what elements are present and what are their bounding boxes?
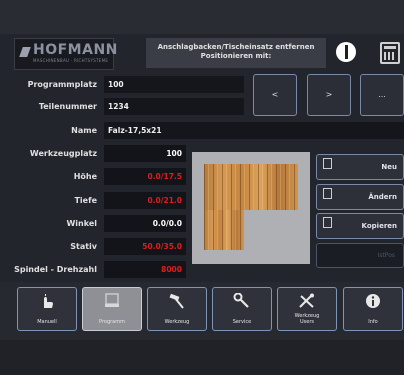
tab-manuell[interactable]: Manuell (17, 287, 77, 331)
position-button[interactable]: IstPos (316, 243, 404, 268)
program-icon (105, 293, 119, 307)
position-label: IstPos (377, 252, 395, 259)
tab-label: Werkzeug Users (294, 313, 320, 325)
status-message: Anschlagbacken/Tischeinsatz entfernen Po… (146, 38, 326, 68)
label-tiefe: Tiefe (74, 196, 97, 205)
tab-label: Info (368, 319, 378, 325)
label-werkzeugplatz: Werkzeugplatz (29, 149, 97, 158)
hand-icon (44, 294, 53, 308)
tab-info[interactable]: Info (343, 287, 403, 331)
werkzeugplatz-field[interactable]: 100 (104, 145, 186, 162)
name-field[interactable]: Falz-17,5x21 (104, 122, 404, 139)
top-band (0, 0, 404, 34)
tab-werkzeug-users[interactable]: Werkzeug Users (277, 287, 337, 331)
edit-icon (323, 188, 332, 199)
info-icon (366, 294, 380, 308)
teilenummer-field[interactable]: 1234 (104, 98, 244, 115)
tab-label: Werkzeug (164, 319, 190, 325)
hofmann-logo: HOFMANN MASCHINENBAU · RICHTSYSTEME (14, 38, 117, 70)
tab-programm[interactable]: Programm (82, 287, 142, 331)
calculator-icon[interactable] (380, 42, 400, 64)
prev-button[interactable]: < (253, 74, 297, 116)
profile-preview (192, 152, 310, 264)
aendern-label: Ändern (368, 193, 397, 201)
logo-subtext: MASCHINENBAU · RICHTSYSTEME (33, 58, 109, 63)
label-name: Name (71, 126, 97, 135)
tools-icon (299, 293, 314, 308)
kopieren-button[interactable]: Kopieren (316, 213, 404, 239)
positioning-icon (336, 42, 356, 62)
label-programmplatz: Programmplatz (27, 80, 97, 89)
tab-werkzeug[interactable]: Werkzeug (147, 287, 207, 331)
programmplatz-field[interactable]: 100 (104, 76, 244, 93)
label-stativ: Stativ (70, 242, 97, 251)
hoehe-field[interactable]: 0.0/17.5 (104, 168, 186, 185)
aendern-button[interactable]: Ändern (316, 184, 404, 210)
spindel-field[interactable]: 8000 (104, 261, 186, 278)
wrench-icon (233, 293, 249, 308)
tab-label: Programm (99, 319, 125, 325)
bottom-strip (0, 340, 404, 375)
label-spindel: Spindel - Drehzahl (14, 265, 97, 274)
tab-service[interactable]: Service (212, 287, 272, 331)
neu-label: Neu (381, 163, 397, 171)
logo-mark (19, 47, 31, 57)
neu-button[interactable]: Neu (316, 154, 404, 180)
stativ-field[interactable]: 50.0/35.0 (104, 238, 186, 255)
label-teilenummer: Teilenummer (38, 102, 97, 111)
logo-text: HOFMANN (33, 42, 118, 58)
new-document-icon (323, 158, 332, 169)
label-hoehe: Höhe (73, 172, 97, 181)
tab-label: Service (232, 319, 252, 325)
tiefe-field[interactable]: 0.0/21.0 (104, 192, 186, 209)
hammer-icon (169, 293, 184, 309)
winkel-field[interactable]: 0.0/0.0 (104, 215, 186, 232)
header: HOFMANN MASCHINENBAU · RICHTSYSTEME Ansc… (14, 38, 404, 70)
tab-label: Manuell (37, 319, 57, 325)
wood-profile-top (204, 164, 298, 210)
wood-profile-bottom (204, 210, 244, 250)
copy-icon (323, 217, 332, 228)
more-button[interactable]: ... (360, 74, 404, 116)
kopieren-label: Kopieren (361, 222, 397, 230)
next-button[interactable]: > (307, 74, 351, 116)
label-winkel: Winkel (66, 219, 97, 228)
